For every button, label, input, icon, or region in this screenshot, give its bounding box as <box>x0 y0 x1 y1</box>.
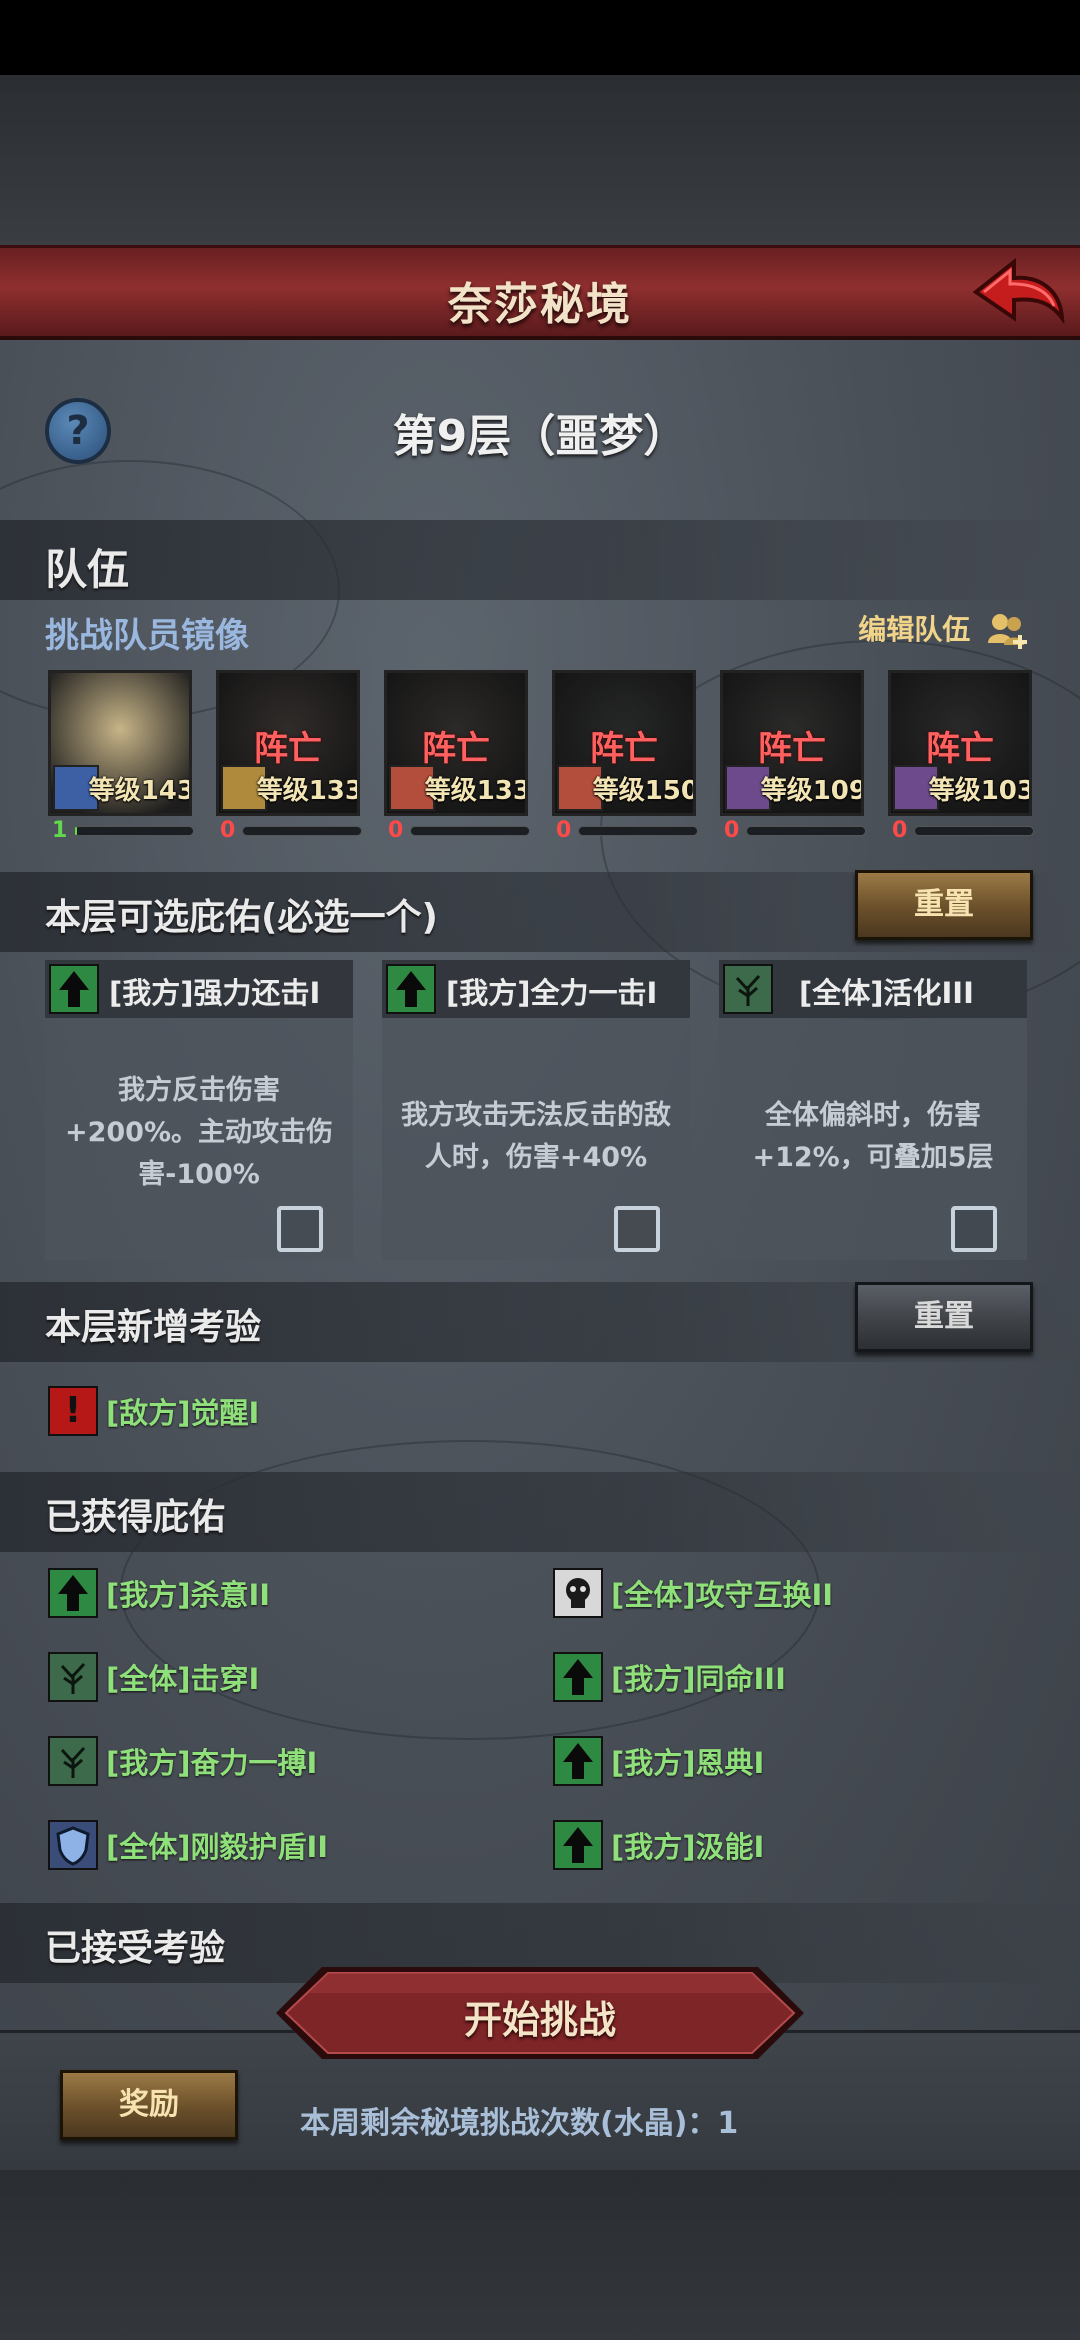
new-trials-title: 本层新增考验 <box>45 1307 262 1348</box>
member-level: 等级143 <box>88 776 192 806</box>
blessing-card[interactable]: [全体]活化III 全体偏斜时，伤害+12%，可叠加5层 <box>719 960 1027 1260</box>
blessing-name: [全体]活化III <box>799 976 974 1010</box>
owned-blessing-item[interactable]: [全体]击穿I <box>48 1650 259 1704</box>
reset-trials-button[interactable]: 重置 <box>855 1282 1033 1352</box>
blessing-description: 全体偏斜时，伤害+12%，可叠加5层 <box>752 1100 994 1173</box>
up-arrow-icon <box>553 1736 603 1786</box>
start-challenge-button[interactable]: 开始挑战 <box>272 1963 808 2063</box>
blessing-description: 我方攻击无法反击的敌人时，伤害+40% <box>401 1100 671 1173</box>
skull-icon <box>553 1568 603 1618</box>
up-arrow-icon <box>49 964 99 1014</box>
blessing-name: [我方]全力一击I <box>446 976 658 1010</box>
blessing-description: 我方反击伤害+200%。主动攻击伤害-100% <box>64 1075 334 1190</box>
main-content[interactable]: ? 第9层（噩梦） 队伍 挑战队员镜像 编辑队伍 等级143 1 阵亡 等级133 0 阵… <box>0 340 1080 2030</box>
owned-blessing-name: [全体]击穿I <box>106 1662 260 1696</box>
owned-blessing-item[interactable]: [我方]同命III <box>553 1650 786 1704</box>
blessing-card-header: [我方]强力还击I <box>45 960 353 1018</box>
member-progress-bar <box>578 826 698 836</box>
up-arrow-icon <box>48 1568 98 1618</box>
team-member-card[interactable]: 阵亡等级150 <box>552 670 696 816</box>
edit-team-label: 编辑队伍 <box>858 613 971 646</box>
team-member-card[interactable]: 阵亡等级103 <box>888 670 1032 816</box>
owned-blessing-item[interactable]: [我方]杀意II <box>48 1566 270 1620</box>
member-count: 0 <box>724 818 740 843</box>
owned-blessing-item[interactable]: [全体]刚毅护盾II <box>48 1818 328 1872</box>
owned-blessing-name: [全体]攻守互换II <box>611 1578 834 1612</box>
owned-blessing-name: [全体]刚毅护盾II <box>106 1830 329 1864</box>
navigation-bar-area <box>0 2170 1080 2340</box>
header-background <box>0 75 1080 245</box>
tree-icon <box>48 1652 98 1702</box>
team-section-header <box>0 520 1080 600</box>
blessing-card-header: [全体]活化III <box>719 960 1027 1018</box>
owned-blessing-item[interactable]: [我方]汲能I <box>553 1818 764 1872</box>
owned-blessing-item[interactable]: [全体]攻守互换II <box>553 1566 833 1620</box>
team-member-card[interactable]: 等级143 <box>48 670 192 816</box>
owned-blessings-title: 已获得庇佑 <box>45 1497 226 1538</box>
owned-blessing-name: [我方]汲能I <box>611 1830 765 1864</box>
shield-icon <box>48 1820 98 1870</box>
team-subtitle: 挑战队员镜像 <box>45 616 249 656</box>
edit-team-button[interactable]: 编辑队伍 <box>858 608 1030 651</box>
start-challenge-label: 开始挑战 <box>463 1998 616 2042</box>
blessing-card[interactable]: [我方]强力还击I 我方反击伤害+200%。主动攻击伤害-100% <box>45 960 353 1260</box>
page-title: 奈莎秘境 <box>448 279 632 330</box>
owned-blessing-item[interactable]: [我方]恩典I <box>553 1734 764 1788</box>
member-level: 等级133 <box>256 776 360 806</box>
owned-blessing-name: [我方]杀意II <box>106 1578 271 1612</box>
team-section-title: 队伍 <box>45 545 130 594</box>
team-member-card[interactable]: 阵亡等级133 <box>216 670 360 816</box>
title-bar: 奈莎秘境 <box>0 245 1080 340</box>
member-count: 1 <box>52 818 68 843</box>
floor-title: 第9层（噩梦） <box>392 411 688 462</box>
member-status: 阵亡 <box>926 729 994 769</box>
owned-blessing-name: [我方]恩典I <box>611 1746 765 1780</box>
member-status: 阵亡 <box>422 729 490 769</box>
member-level: 等级133 <box>424 776 528 806</box>
member-count: 0 <box>556 818 572 843</box>
member-level: 等级109 <box>760 776 864 806</box>
member-count: 0 <box>388 818 404 843</box>
reset-blessings-button[interactable]: 重置 <box>855 870 1033 940</box>
up-arrow-icon <box>553 1652 603 1702</box>
blessing-checkbox[interactable] <box>951 1206 997 1252</box>
blessing-card-header: [我方]全力一击I <box>382 960 690 1018</box>
team-member-card[interactable]: 阵亡等级133 <box>384 670 528 816</box>
member-status: 阵亡 <box>758 729 826 769</box>
member-status: 阵亡 <box>590 729 658 769</box>
trial-item[interactable]: ! [敌方]觉醒I <box>48 1384 259 1438</box>
remaining-attempts-text: 本周剩余秘境挑战次数(水晶)：1 <box>300 2106 739 2141</box>
owned-blessing-item[interactable]: [我方]奋力一搏I <box>48 1734 317 1788</box>
danger-icon: ! <box>48 1386 98 1436</box>
member-progress-bar <box>746 826 866 836</box>
blessing-card[interactable]: [我方]全力一击I 我方攻击无法反击的敌人时，伤害+40% <box>382 960 690 1260</box>
member-progress-bar <box>74 826 194 836</box>
member-count: 0 <box>220 818 236 843</box>
member-progress-bar <box>410 826 530 836</box>
member-status: 阵亡 <box>254 729 322 769</box>
member-progress-bar <box>914 826 1034 836</box>
add-members-icon <box>988 614 1027 649</box>
member-level: 等级103 <box>928 776 1032 806</box>
up-arrow-icon <box>386 964 436 1014</box>
member-count: 0 <box>892 818 908 843</box>
member-level: 等级150 <box>592 776 696 806</box>
up-arrow-icon <box>553 1820 603 1870</box>
blessing-name: [我方]强力还击I <box>109 976 321 1010</box>
member-progress-fill <box>75 827 78 835</box>
blessing-checkbox[interactable] <box>277 1206 323 1252</box>
tree-icon <box>723 964 773 1014</box>
status-bar <box>0 0 1080 75</box>
trial-name: [敌方]觉醒I <box>106 1396 260 1430</box>
team-member-card[interactable]: 阵亡等级109 <box>720 670 864 816</box>
accepted-trials-title: 已接受考验 <box>45 1928 226 1969</box>
tree-icon <box>48 1736 98 1786</box>
back-arrow-icon[interactable] <box>970 256 1066 336</box>
reward-button[interactable]: 奖励 <box>60 2070 238 2140</box>
member-progress-bar <box>242 826 362 836</box>
blessing-choice-title: 本层可选庇佑(必选一个) <box>45 897 438 938</box>
owned-blessing-name: [我方]奋力一搏I <box>106 1746 318 1780</box>
owned-blessing-name: [我方]同命III <box>611 1662 786 1696</box>
blessing-checkbox[interactable] <box>614 1206 660 1252</box>
